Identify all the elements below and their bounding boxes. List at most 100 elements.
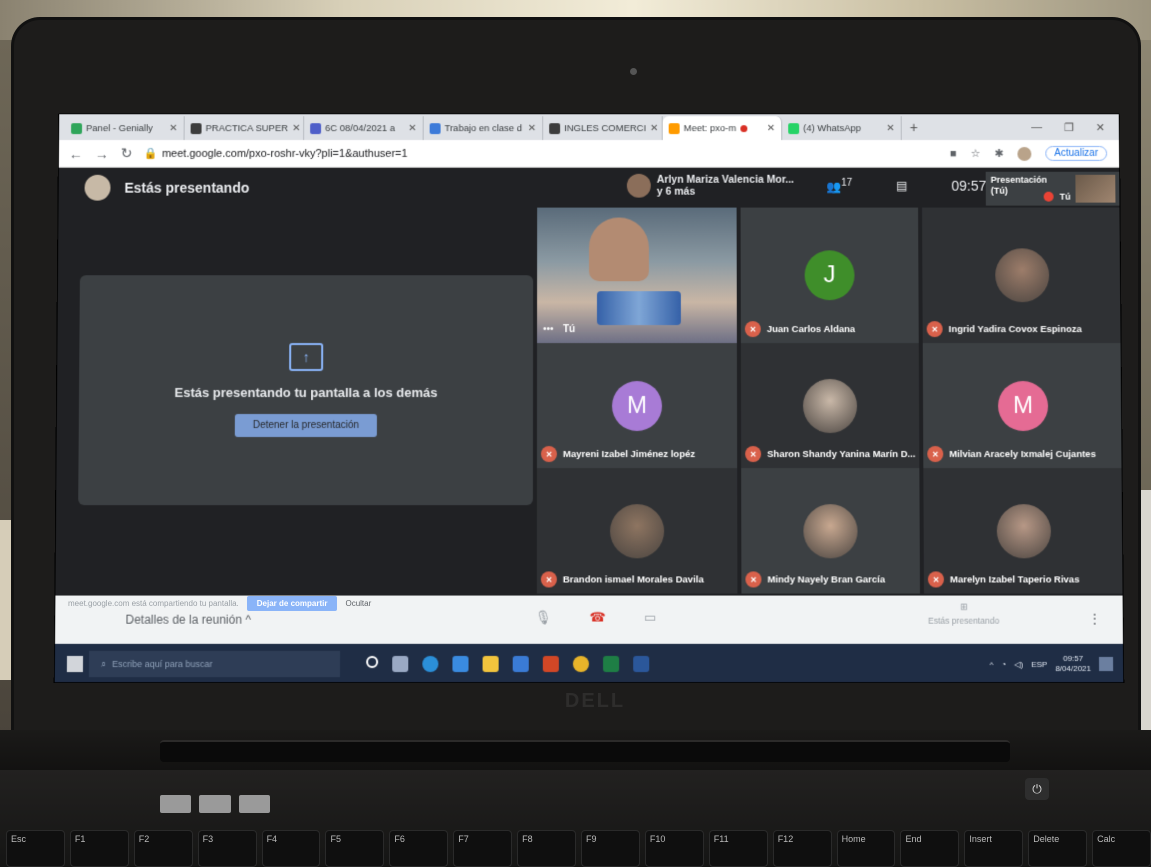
taskbar-search[interactable]: ⌕ Escribe aquí para buscar: [88, 650, 341, 678]
mail-icon[interactable]: [512, 655, 529, 673]
browser-tab[interactable]: Trabajo en clase d ✕: [423, 116, 544, 141]
keyboard-key[interactable]: Delete: [1028, 830, 1088, 867]
participant-tile[interactable]: M ✕ Milvian Aracely Ixmalej Cujantes: [922, 343, 1124, 469]
close-tab-icon[interactable]: ✕: [650, 123, 658, 134]
windows-start-icon[interactable]: [66, 655, 84, 673]
meeting-details-button[interactable]: Detalles de la reunión ^: [125, 613, 251, 627]
meet-title: Estás presentando: [124, 179, 250, 196]
update-button[interactable]: Actualizar: [1045, 146, 1108, 161]
muted-mic-icon: ✕: [540, 446, 557, 463]
participant-tile[interactable]: ✕ Marelyn Izabel Taperio Rivas: [923, 468, 1125, 594]
participant-tile[interactable]: ✕ Brandon ismael Morales Davila: [536, 468, 738, 594]
close-tab-icon[interactable]: ✕: [886, 123, 894, 134]
presenting-control[interactable]: ⊞ Estás presentando: [928, 602, 999, 626]
participant-tile[interactable]: ✕ Sharon Shandy Yanina Marín D...: [740, 343, 920, 469]
profile-avatar[interactable]: [1017, 146, 1032, 161]
participant-tile[interactable]: ✕ Mindy Nayely Bran García: [741, 468, 920, 594]
wifi-icon[interactable]: ◔: [1001, 659, 1006, 668]
tab-favicon-icon: [668, 122, 680, 134]
cortana-icon[interactable]: [366, 655, 379, 669]
explorer-icon[interactable]: [482, 655, 499, 673]
stop-sharing-button[interactable]: Dejar de compartir: [246, 595, 338, 611]
browser-tab[interactable]: PRACTICA SUPER ✕: [184, 116, 305, 141]
extensions-icon[interactable]: ✱: [994, 147, 1003, 160]
notification-icon[interactable]: [1098, 656, 1114, 672]
muted-mic-icon: ✕: [540, 571, 557, 588]
camera-icon[interactable]: ▭: [644, 610, 656, 626]
participant-tile[interactable]: J ✕ Juan Carlos Aldana: [740, 207, 919, 344]
word-icon[interactable]: [633, 655, 650, 673]
keyboard-key[interactable]: End: [900, 830, 960, 867]
more-options-icon[interactable]: •••: [543, 324, 554, 335]
mic-icon[interactable]: 🎙: [535, 610, 552, 626]
participant-initial-avatar: J: [804, 250, 855, 301]
hang-up-icon[interactable]: ☎: [590, 610, 606, 626]
close-window-icon[interactable]: ✕: [1096, 121, 1105, 134]
tab-label: 6C 08/04/2021 a: [325, 122, 396, 134]
keyboard-key[interactable]: F11: [708, 830, 768, 867]
browser-tab[interactable]: INGLES COMERCI ✕: [543, 116, 663, 141]
participant-name-row: ✕ Marelyn Izabel Taperio Rivas: [927, 571, 1080, 588]
close-tab-icon[interactable]: ✕: [408, 123, 416, 134]
reload-icon[interactable]: ↻: [121, 145, 133, 162]
active-speaker[interactable]: Arlyn Mariza Valencia Mor... y 6 más: [626, 173, 794, 198]
self-presentation-tile[interactable]: Presentación (Tú) Tú: [985, 171, 1120, 206]
keyboard-key[interactable]: Esc: [6, 830, 65, 867]
maximize-icon[interactable]: ❐: [1064, 121, 1074, 134]
keyboard-key[interactable]: F9: [581, 830, 640, 867]
people-icon[interactable]: 👥17: [826, 178, 852, 194]
keyboard-key[interactable]: F8: [517, 830, 577, 867]
new-tab-icon[interactable]: +: [902, 119, 926, 135]
close-tab-icon[interactable]: ✕: [767, 123, 775, 134]
participant-tile[interactable]: ✕ Ingrid Yadira Covox Espinoza: [922, 207, 1123, 344]
camera-indicator-icon[interactable]: ■: [950, 147, 957, 159]
language-indicator[interactable]: ESP: [1031, 659, 1047, 668]
browser-tab[interactable]: (4) WhatsApp ✕: [782, 116, 902, 141]
close-tab-icon[interactable]: ✕: [169, 123, 177, 134]
store-icon[interactable]: [452, 655, 469, 673]
more-menu-icon[interactable]: ⋮: [1089, 612, 1101, 626]
participant-tile[interactable]: M ✕ Mayreni Izabel Jiménez lopéz: [536, 343, 738, 469]
hide-notice-button[interactable]: Ocultar: [345, 599, 371, 608]
keyboard-key[interactable]: F5: [325, 830, 385, 867]
lock-icon: 🔒: [144, 147, 159, 160]
chrome-icon[interactable]: [572, 655, 589, 673]
keyboard-key[interactable]: F1: [69, 830, 129, 867]
keyboard-key[interactable]: F3: [197, 830, 257, 867]
keyboard-key[interactable]: F2: [133, 830, 193, 867]
chat-icon[interactable]: ▤: [896, 179, 907, 193]
url-field[interactable]: 🔒 meet.google.com/pxo-roshr-vky?pli=1&aut…: [144, 147, 938, 160]
stop-presenting-button[interactable]: Detener la presentación: [234, 414, 378, 438]
close-tab-icon[interactable]: ✕: [528, 123, 536, 134]
keyboard-key[interactable]: F7: [453, 830, 513, 867]
browser-tab[interactable]: 6C 08/04/2021 a ✕: [304, 116, 424, 141]
task-view-icon[interactable]: [392, 655, 409, 673]
keyboard-key[interactable]: F10: [644, 830, 704, 867]
powerpoint-icon[interactable]: [542, 655, 559, 673]
muted-mic-icon: ✕: [745, 446, 762, 463]
browser-tab[interactable]: Panel - Genially ✕: [65, 116, 185, 141]
back-icon[interactable]: ←: [69, 146, 83, 162]
browser-tab[interactable]: Meet: pxo-m ✕: [662, 116, 783, 141]
led-3: [238, 795, 270, 813]
tray-clock[interactable]: 09:57 8/04/2021: [1055, 654, 1091, 674]
status-leds: [160, 795, 270, 813]
keyboard-key[interactable]: Insert: [964, 830, 1024, 867]
excel-icon[interactable]: [603, 655, 620, 673]
keyboard-key[interactable]: F12: [772, 830, 832, 867]
edge-icon[interactable]: [422, 655, 439, 673]
tray-up-icon[interactable]: ^: [990, 659, 994, 668]
windows-taskbar: ⌕ Escribe aquí para buscar ^ ◔ ◁) ESP 09…: [54, 643, 1124, 684]
keyboard-key[interactable]: F4: [261, 830, 321, 867]
volume-icon[interactable]: ◁): [1014, 659, 1023, 668]
forward-icon[interactable]: →: [95, 146, 109, 162]
self-video-tile[interactable]: ••• Tú: [537, 207, 737, 344]
keyboard-key[interactable]: F6: [389, 830, 449, 867]
minimize-icon[interactable]: —: [1031, 121, 1042, 134]
keyboard-key[interactable]: Home: [836, 830, 896, 867]
keyboard-key[interactable]: Calc: [1092, 830, 1151, 867]
participant-photo-avatar: [996, 503, 1052, 558]
close-tab-icon[interactable]: ✕: [292, 123, 300, 134]
bookmark-star-icon[interactable]: ☆: [971, 147, 981, 160]
power-button-icon[interactable]: ⏻: [1025, 778, 1049, 800]
